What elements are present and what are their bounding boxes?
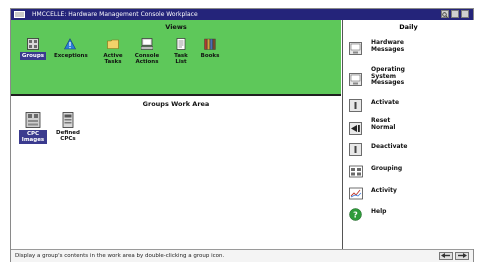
help-title-button[interactable]	[441, 10, 449, 18]
hmc-workplace-window: HMCCELLE: Hardware Management Console Wo…	[10, 8, 474, 262]
view-task-list[interactable]: Task List	[169, 38, 193, 65]
magnifier-icon	[442, 12, 448, 18]
task-label: Help	[371, 208, 387, 215]
views-area: Views Groups Exceptions Active Tasks Con…	[11, 20, 341, 94]
daily-title: Daily	[399, 23, 418, 31]
groups-icon	[27, 38, 39, 50]
svg-text:?: ?	[353, 210, 358, 219]
minimize-button[interactable]	[451, 10, 459, 18]
task-help[interactable]: ? Help	[349, 206, 469, 221]
status-bar: Display a group's contents in the work a…	[11, 249, 473, 262]
hardware-messages-icon	[349, 40, 362, 55]
task-label: Grouping	[371, 165, 403, 172]
cpc-images-group[interactable]: CPC Images	[19, 112, 47, 144]
view-active-tasks[interactable]: Active Tasks	[99, 38, 127, 65]
views-title: Views	[165, 23, 187, 31]
task-grouping[interactable]: Grouping	[349, 163, 469, 178]
deactivate-icon	[349, 141, 362, 156]
views-splitter[interactable]	[11, 94, 341, 96]
task-label: Deactivate	[371, 143, 408, 150]
task-activity[interactable]: Activity	[349, 185, 469, 200]
defined-cpcs-group[interactable]: Defined CPCs	[53, 112, 83, 142]
status-message: Display a group's contents in the work a…	[15, 253, 225, 259]
task-label: Hardware Messages	[371, 39, 405, 53]
task-label: Activity	[371, 187, 397, 194]
view-books[interactable]: Books	[197, 38, 223, 59]
view-exceptions[interactable]: Exceptions	[54, 38, 88, 59]
activate-icon	[349, 97, 362, 112]
task-list-icon	[175, 38, 187, 50]
exceptions-icon	[63, 38, 77, 50]
folder-icon	[107, 38, 119, 50]
cpc-images-icon	[25, 112, 41, 128]
maximize-button[interactable]	[461, 10, 469, 18]
arrow-right-icon	[458, 253, 467, 258]
defined-cpcs-label: Defined CPCs	[56, 130, 80, 142]
window-title: HMCCELLE: Hardware Management Console Wo…	[32, 11, 198, 18]
daily-tasks-pane: Daily Hardware Messages Operating System…	[342, 20, 474, 249]
arrow-left-icon	[441, 253, 450, 258]
title-bar[interactable]: HMCCELLE: Hardware Management Console Wo…	[11, 9, 473, 20]
reset-normal-icon	[349, 120, 362, 135]
task-activate[interactable]: Activate	[349, 97, 469, 112]
task-hardware-messages[interactable]: Hardware Messages	[349, 39, 469, 56]
view-label: Task List	[174, 53, 188, 65]
grouping-icon	[349, 163, 363, 178]
help-icon: ?	[349, 206, 362, 221]
os-messages-icon	[349, 71, 362, 86]
task-os-messages[interactable]: Operating System Messages	[349, 66, 469, 91]
task-label: Activate	[371, 99, 400, 106]
view-label: Console Actions	[134, 53, 160, 65]
system-menu-icon[interactable]	[14, 11, 25, 18]
console-actions-icon	[140, 38, 154, 50]
defined-cpcs-icon	[60, 112, 76, 128]
view-label: Groups	[19, 52, 47, 60]
task-deactivate[interactable]: Deactivate	[349, 141, 469, 156]
view-label: Books	[200, 53, 220, 59]
status-button-right[interactable]	[455, 252, 469, 260]
status-button-left[interactable]	[439, 252, 453, 260]
view-label: Exceptions	[54, 53, 88, 59]
left-pane: Views Groups Exceptions Active Tasks Con…	[11, 20, 341, 249]
view-console-actions[interactable]: Console Actions	[131, 38, 163, 65]
work-area-title: Groups Work Area	[142, 100, 210, 108]
activity-icon	[349, 185, 363, 200]
task-label: Operating System Messages	[371, 66, 405, 86]
task-label: Reset Normal	[371, 117, 396, 131]
cpc-images-label: CPC Images	[19, 130, 47, 144]
view-label: Active Tasks	[103, 53, 123, 65]
books-icon	[204, 38, 216, 50]
task-reset-normal[interactable]: Reset Normal	[349, 117, 469, 135]
view-groups[interactable]: Groups	[18, 38, 48, 60]
